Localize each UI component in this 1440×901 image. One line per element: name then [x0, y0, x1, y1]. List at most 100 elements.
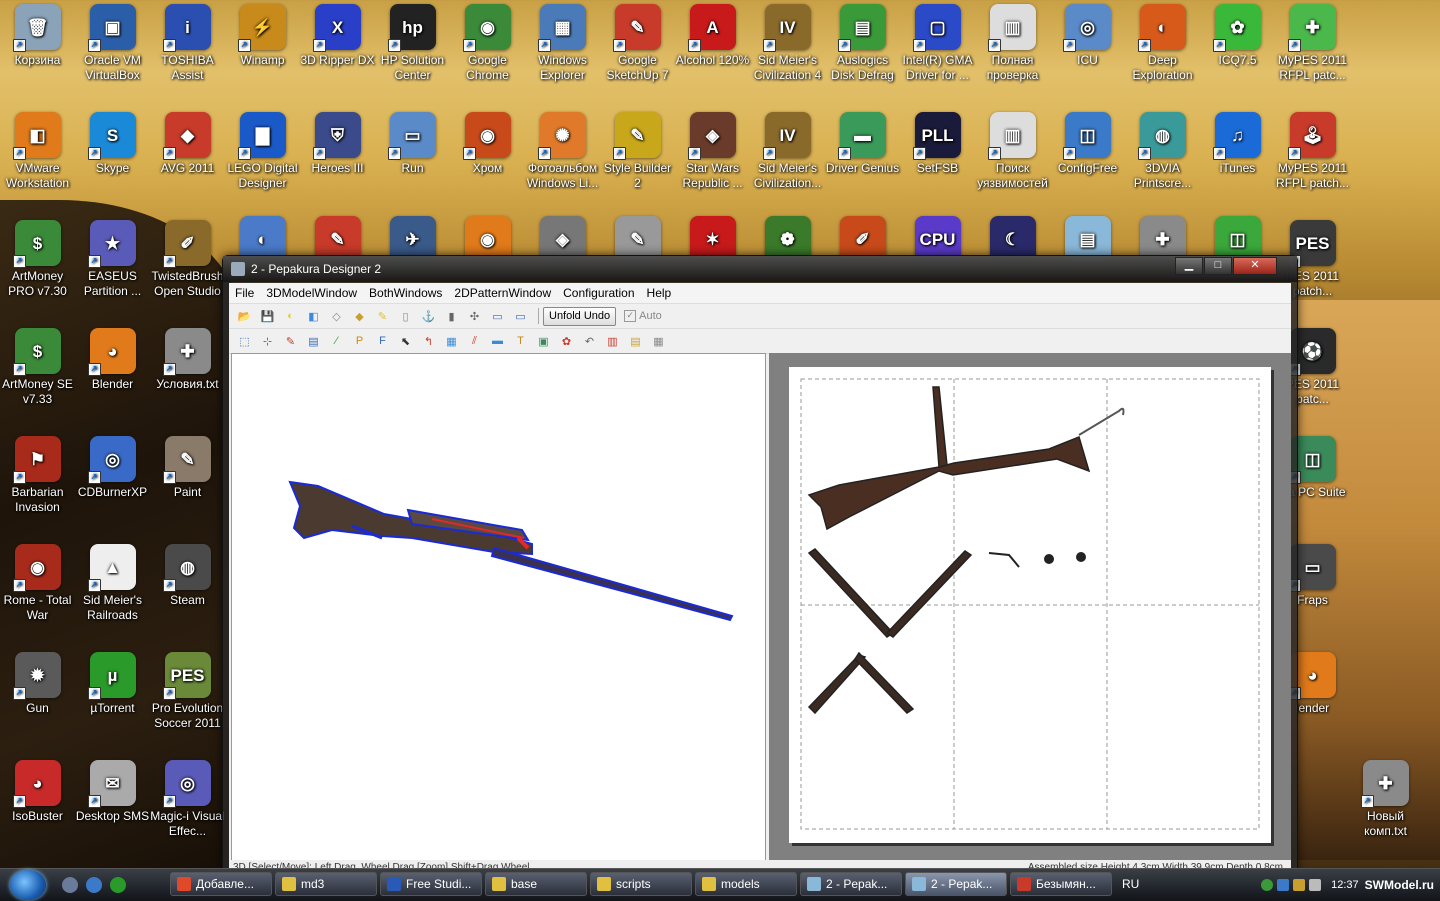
desktop-icon[interactable]: ◍ ↗ 3DVIA Printscre...	[1125, 108, 1200, 191]
toolbar2-tool-icon[interactable]: ⬉	[396, 332, 415, 350]
toolbar2-tool-icon[interactable]: ▦	[442, 332, 461, 350]
start-button[interactable]	[10, 870, 46, 900]
taskbar-button[interactable]: models	[695, 872, 797, 896]
desktop-icon[interactable]: PES ↗ Pro Evolution Soccer 2011	[150, 648, 225, 731]
toolbar1-tool-icon[interactable]: ◇	[327, 307, 346, 325]
toolbar1-tool-icon[interactable]: ✎	[373, 307, 392, 325]
desktop-icon[interactable]: ★ ↗ EASEUS Partition ...	[75, 216, 150, 299]
toolbar2-tool-icon[interactable]: ▦	[649, 332, 668, 350]
3d-model-view[interactable]	[231, 353, 766, 865]
desktop-icon[interactable]: ✎ ↗ Style Builder 2	[600, 108, 675, 191]
desktop-icon[interactable]: ▥ ↗ Поиск уязвимостей	[975, 108, 1050, 191]
desktop-icon[interactable]: ▬ ↗ Driver Genius	[825, 108, 900, 176]
desktop-icon[interactable]: X ↗ 3D Ripper DX	[300, 0, 375, 68]
desktop-icon[interactable]: µ ↗ µTorrent	[75, 648, 150, 716]
desktop-icon[interactable]: ⚑ ↗ Barbarian Invasion	[0, 432, 75, 515]
desktop-icon[interactable]: ✺ ↗ Фотоальбом Windows Li...	[525, 108, 600, 191]
menu-item-2dpatternwindow[interactable]: 2DPatternWindow	[448, 286, 557, 300]
desktop-icon[interactable]: ◉ ↗ Rome - Total War	[0, 540, 75, 623]
toolbar2-tool-icon[interactable]: F	[373, 332, 392, 350]
clock[interactable]: 12:37	[1331, 879, 1359, 891]
auto-checkbox[interactable]: ✓ Auto	[624, 310, 662, 322]
desktop-icon[interactable]: ▇ ↗ LEGO Digital Designer	[225, 108, 300, 191]
minimize-button[interactable]: ▁	[1175, 257, 1203, 275]
toolbar1-tool-icon[interactable]: ▯	[396, 307, 415, 325]
close-button[interactable]: ✕	[1233, 257, 1277, 275]
desktop-icon[interactable]: IV ↗ Sid Meier's Civilization...	[750, 108, 825, 191]
toolbar2-tool-icon[interactable]: ↶	[580, 332, 599, 350]
taskbar-button[interactable]: Free Studi...	[380, 872, 482, 896]
desktop-icon[interactable]: ✐ ↗ TwistedBrush Open Studio	[150, 216, 225, 299]
menu-item-configuration[interactable]: Configuration	[557, 286, 640, 300]
desktop-icon[interactable]: ▤ ↗ Auslogics Disk Defrag	[825, 0, 900, 83]
menu-item-bothwindows[interactable]: BothWindows	[363, 286, 448, 300]
menu-item-help[interactable]: Help	[641, 286, 678, 300]
toolbar2-tool-icon[interactable]: ⫽	[465, 332, 484, 350]
desktop-icon[interactable]: ✚ ↗ Новый комп.txt	[1348, 756, 1423, 839]
language-indicator[interactable]: RU	[1122, 877, 1139, 891]
menu-item-3dmodelwindow[interactable]: 3DModelWindow	[260, 286, 363, 300]
toolbar1-tool-icon[interactable]: 📂	[235, 307, 254, 325]
desktop-icon[interactable]: ◧ ↗ VMware Workstation	[0, 108, 75, 191]
desktop-icon[interactable]: ◈ ↗ Star Wars Republic ...	[675, 108, 750, 191]
desktop-icon[interactable]: IV ↗ Sid Meier's Civilization 4	[750, 0, 825, 83]
desktop-icon[interactable]: hp ↗ HP Solution Center	[375, 0, 450, 83]
toolbar2-tool-icon[interactable]: ✿	[557, 332, 576, 350]
show-desktop-icon[interactable]	[62, 877, 78, 893]
desktop-icon[interactable]: ◎ ↗ CDBurnerXP	[75, 432, 150, 500]
toolbar2-tool-icon[interactable]: ↰	[419, 332, 438, 350]
desktop-icon[interactable]: ♫ ↗ iTunes	[1200, 108, 1275, 176]
taskbar-button[interactable]: Добавле...	[170, 872, 272, 896]
desktop-icon[interactable]: ▦ ↗ Windows Explorer	[525, 0, 600, 83]
toolbar2-tool-icon[interactable]: ✎	[281, 332, 300, 350]
desktop-icon[interactable]: ✚ ↗ MyPES 2011 RFPL patc...	[1275, 0, 1350, 83]
desktop-icon[interactable]: ◉ ↗ Google Chrome	[450, 0, 525, 83]
toolbar2-tool-icon[interactable]: ⊹	[258, 332, 277, 350]
toolbar1-tool-icon[interactable]: 💾	[258, 307, 277, 325]
desktop-icon[interactable]: ▭ ↗ Run	[375, 108, 450, 176]
desktop-icon[interactable]: ✿ ↗ ICQ7.5	[1200, 0, 1275, 68]
taskbar-button[interactable]: 2 - Pepak...	[800, 872, 902, 896]
unfold-undo-button[interactable]: Unfold Undo	[543, 306, 617, 326]
desktop-icon[interactable]: ✎ ↗ Paint	[150, 432, 225, 500]
desktop-icon[interactable]: $ ↗ ArtMoney SE v7.33	[0, 324, 75, 407]
desktop-icon[interactable]: ✹ ↗ Gun	[0, 648, 75, 716]
pepakura-window[interactable]: 2 - Pepakura Designer 2 ▁ □ ✕ File 3DMode…	[222, 255, 1298, 877]
desktop-icon[interactable]: $ ↗ ArtMoney PRO v7.30	[0, 216, 75, 299]
desktop-icon[interactable]: ▣ ↗ Oracle VM VirtualBox	[75, 0, 150, 83]
desktop-icon[interactable]: ◐ ↗ Deep Exploration	[1125, 0, 1200, 83]
taskbar-button[interactable]: Безымян...	[1010, 872, 1112, 896]
toolbar1-tool-icon[interactable]: ▮	[442, 307, 461, 325]
taskbar-button[interactable]: 2 - Pepak...	[905, 872, 1007, 896]
taskbar-button[interactable]: scripts	[590, 872, 692, 896]
desktop-icon[interactable]: ◎ ↗ Magic-i Visual Effec...	[150, 756, 225, 839]
toolbar2-tool-icon[interactable]: ▤	[626, 332, 645, 350]
toolbar2-tool-icon[interactable]: ▣	[534, 332, 553, 350]
tray-icons[interactable]	[1261, 879, 1322, 891]
desktop-icon[interactable]: ▥ ↗ Полная проверка	[975, 0, 1050, 83]
toolbar2-tool-icon[interactable]: ▤	[304, 332, 323, 350]
toolbar1-tool-icon[interactable]: ▭	[488, 307, 507, 325]
browser-quick-icon[interactable]	[86, 877, 102, 893]
2d-pattern-view[interactable]	[769, 353, 1291, 863]
toolbar1-tool-icon[interactable]: ⚓	[419, 307, 438, 325]
desktop-icon[interactable]: ✎ ↗ Google SketchUp 7	[600, 0, 675, 83]
desktop-icon[interactable]: ✉ ↗ Desktop SMS	[75, 756, 150, 824]
toolbar1-tool-icon[interactable]: ▭	[511, 307, 530, 325]
toolbar1-tool-icon[interactable]: ◆	[350, 307, 369, 325]
desktop-icon[interactable]: ▲ ↗ Sid Meier's Railroads	[75, 540, 150, 623]
desktop-icon[interactable]: ▢ ↗ Intel(R) GMA Driver for ...	[900, 0, 975, 83]
desktop-icon[interactable]: ⛨ ↗ Heroes III	[300, 108, 375, 176]
toolbar2-tool-icon[interactable]: P	[350, 332, 369, 350]
desktop-icon[interactable]: ◫ ↗ ConfigFree	[1050, 108, 1125, 176]
desktop-icon[interactable]: 🕹 ↗ MyPES 2011 RFPL patch...	[1275, 108, 1350, 191]
desktop-icon[interactable]: ⚡ ↗ Winamp	[225, 0, 300, 68]
toolbar1-tool-icon[interactable]: ✣	[465, 307, 484, 325]
desktop-icon[interactable]: A ↗ Alcohol 120%	[675, 0, 750, 68]
menu-item-file[interactable]: File	[229, 286, 260, 300]
desktop-icon[interactable]: ◕ ↗ Blender	[75, 324, 150, 392]
desktop-icon[interactable]: 🗑 ↗ Корзина	[0, 0, 75, 68]
taskbar-button[interactable]: base	[485, 872, 587, 896]
utorrent-quick-icon[interactable]	[110, 877, 126, 893]
taskbar-button[interactable]: md3	[275, 872, 377, 896]
